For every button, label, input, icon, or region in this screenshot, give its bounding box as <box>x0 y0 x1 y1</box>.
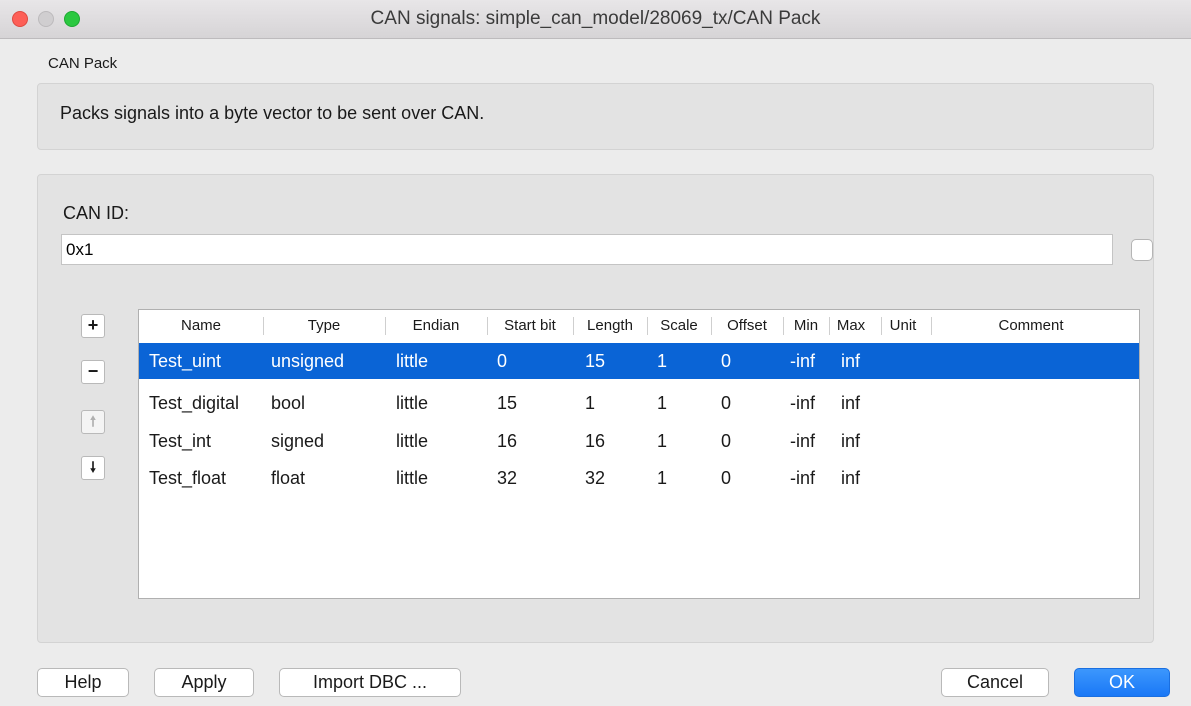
cell-type[interactable]: bool <box>271 385 305 421</box>
cell-length[interactable]: 16 <box>585 423 605 459</box>
cell-type[interactable]: signed <box>271 423 324 459</box>
window-title: CAN signals: simple_can_model/28069_tx/C… <box>370 8 821 29</box>
cell-length[interactable]: 1 <box>585 385 595 421</box>
ok-button[interactable]: OK <box>1074 668 1170 697</box>
cell-offset[interactable]: 0 <box>721 385 731 421</box>
column-header-offset[interactable]: Offset <box>711 310 783 342</box>
cancel-button[interactable]: Cancel <box>941 668 1049 697</box>
column-header-comment[interactable]: Comment <box>931 310 1131 342</box>
cell-min[interactable]: -inf <box>790 460 815 496</box>
add-signal-button[interactable]: + <box>81 314 105 338</box>
cell-length[interactable]: 15 <box>585 343 605 379</box>
column-header-length[interactable]: Length <box>573 310 647 342</box>
column-header-endian[interactable]: Endian <box>385 310 487 342</box>
cell-length[interactable]: 32 <box>585 460 605 496</box>
table-row[interactable]: Test_float float little 32 32 1 0 -inf i… <box>139 460 1139 496</box>
cell-start-bit[interactable]: 32 <box>497 460 517 496</box>
cell-scale[interactable]: 1 <box>657 343 667 379</box>
cell-offset[interactable]: 0 <box>721 423 731 459</box>
column-header-name[interactable]: Name <box>139 310 263 342</box>
cell-name[interactable]: Test_int <box>149 423 211 459</box>
cell-start-bit[interactable]: 15 <box>497 385 517 421</box>
can-id-input[interactable] <box>61 234 1113 265</box>
cell-min[interactable]: -inf <box>790 343 815 379</box>
description-panel: Packs signals into a byte vector to be s… <box>37 83 1154 150</box>
cell-endian[interactable]: little <box>396 423 428 459</box>
column-header-min[interactable]: Min <box>783 310 829 342</box>
section-label: CAN Pack <box>48 55 118 72</box>
cell-min[interactable]: -inf <box>790 385 815 421</box>
cell-endian[interactable]: little <box>396 385 428 421</box>
table-header: Name Type Endian Start bit Length Scale … <box>139 310 1139 342</box>
column-header-unit[interactable]: Unit <box>881 310 925 342</box>
cell-min[interactable]: -inf <box>790 423 815 459</box>
cell-name[interactable]: Test_float <box>149 460 226 496</box>
table-row[interactable]: Test_digital bool little 15 1 1 0 -inf i… <box>139 385 1139 421</box>
cell-max[interactable]: inf <box>841 423 860 459</box>
help-button[interactable]: Help <box>37 668 129 697</box>
cell-endian[interactable]: little <box>396 343 428 379</box>
cell-max[interactable]: inf <box>841 385 860 421</box>
cell-endian[interactable]: little <box>396 460 428 496</box>
cell-max[interactable]: inf <box>841 343 860 379</box>
move-down-button[interactable]: 🠗 <box>81 456 105 480</box>
column-header-start-bit[interactable]: Start bit <box>487 310 573 342</box>
description-text: Packs signals into a byte vector to be s… <box>60 103 485 123</box>
cell-scale[interactable]: 1 <box>657 385 667 421</box>
cell-max[interactable]: inf <box>841 460 860 496</box>
cell-offset[interactable]: 0 <box>721 343 731 379</box>
move-up-button[interactable]: 🠕 <box>81 410 105 434</box>
cell-name[interactable]: Test_uint <box>149 343 221 379</box>
cell-scale[interactable]: 1 <box>657 460 667 496</box>
table-row[interactable]: Test_uint unsigned little 0 15 1 0 -inf … <box>139 343 1139 379</box>
apply-button[interactable]: Apply <box>154 668 254 697</box>
cell-start-bit[interactable]: 16 <box>497 423 517 459</box>
cell-type[interactable]: float <box>271 460 305 496</box>
cell-offset[interactable]: 0 <box>721 460 731 496</box>
column-header-scale[interactable]: Scale <box>647 310 711 342</box>
signals-table[interactable]: Name Type Endian Start bit Length Scale … <box>138 309 1140 599</box>
can-id-label: CAN ID: <box>63 203 130 223</box>
cell-type[interactable]: unsigned <box>271 343 344 379</box>
column-header-type[interactable]: Type <box>263 310 385 342</box>
cell-name[interactable]: Test_digital <box>149 385 239 421</box>
remove-signal-button[interactable]: − <box>81 360 105 384</box>
cell-start-bit[interactable]: 0 <box>497 343 507 379</box>
table-row[interactable]: Test_int signed little 16 16 1 0 -inf in… <box>139 423 1139 459</box>
can-id-checkbox[interactable] <box>1131 239 1153 261</box>
column-header-max[interactable]: Max <box>829 310 873 342</box>
cell-scale[interactable]: 1 <box>657 423 667 459</box>
title-bar[interactable]: CAN signals: simple_can_model/28069_tx/C… <box>0 0 1191 39</box>
import-dbc-button[interactable]: Import DBC ... <box>279 668 461 697</box>
